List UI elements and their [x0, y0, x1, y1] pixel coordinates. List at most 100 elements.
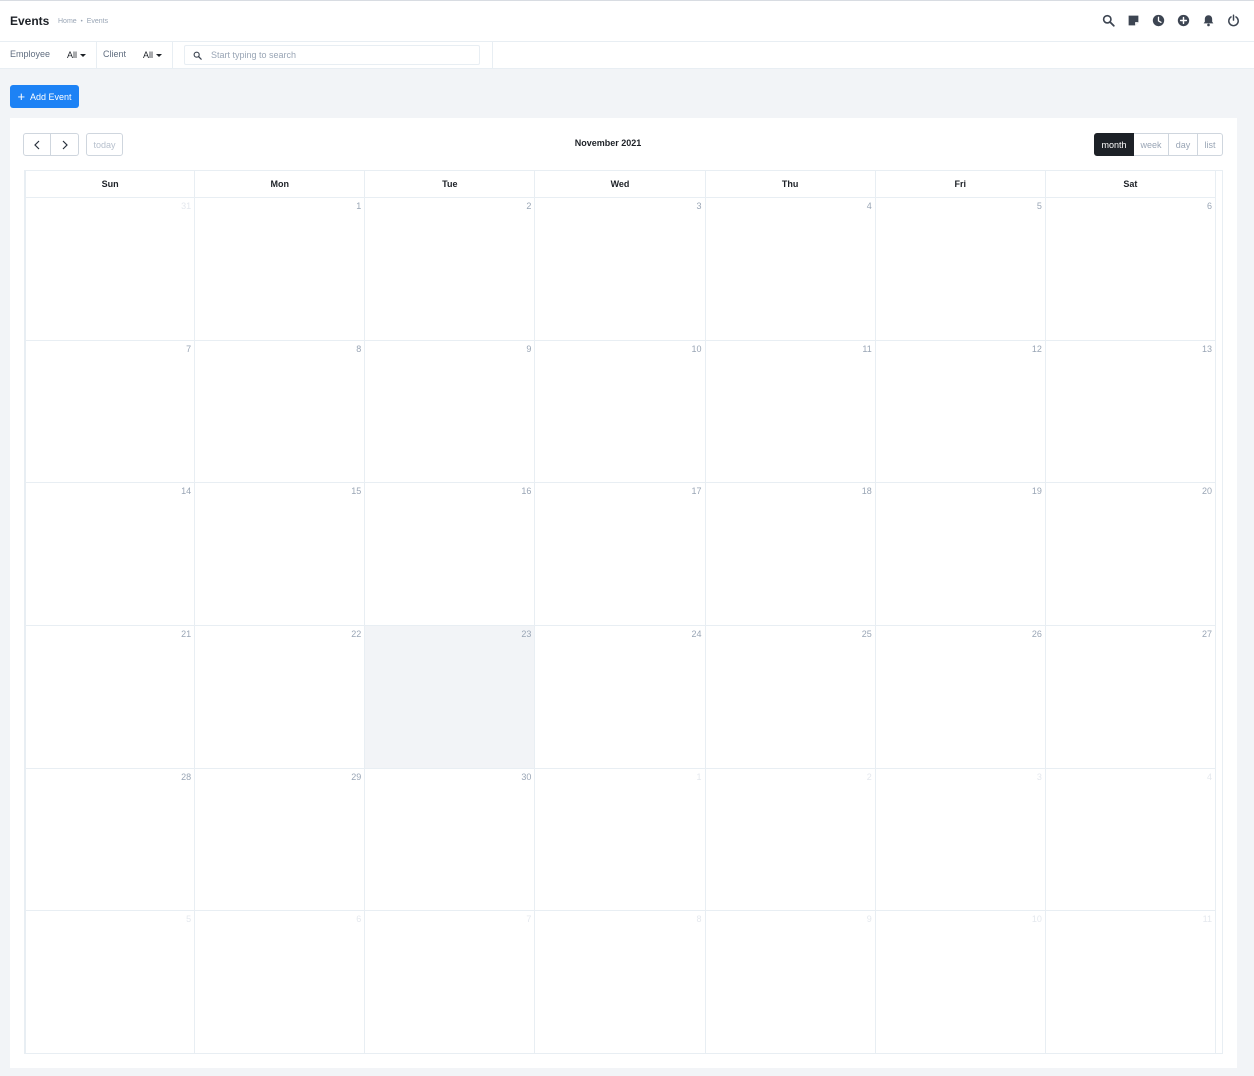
- view-week-button[interactable]: week: [1134, 133, 1169, 156]
- day-cell[interactable]: 3: [875, 768, 1046, 912]
- day-cell[interactable]: 5: [25, 911, 196, 1054]
- day-number[interactable]: 27: [1202, 629, 1212, 639]
- day-number[interactable]: 18: [862, 486, 872, 496]
- add-event-button[interactable]: + Add Event: [10, 85, 79, 108]
- day-cell[interactable]: 8: [195, 340, 366, 484]
- day-cell[interactable]: 12: [875, 340, 1046, 484]
- top-bar: Events Home • Events: [0, 0, 1254, 42]
- clock-icon[interactable]: [1152, 14, 1165, 27]
- day-cell[interactable]: 25: [705, 626, 876, 769]
- day-number[interactable]: 10: [692, 344, 702, 354]
- employee-filter-select[interactable]: All: [67, 50, 87, 60]
- client-filter-select[interactable]: All: [143, 50, 163, 60]
- day-number[interactable]: 4: [867, 201, 872, 211]
- day-number[interactable]: 5: [186, 914, 191, 924]
- day-cell[interactable]: 2: [705, 768, 876, 912]
- view-day-button[interactable]: day: [1169, 133, 1198, 156]
- day-cell[interactable]: 8: [535, 911, 706, 1054]
- day-number[interactable]: 30: [521, 772, 531, 782]
- day-number[interactable]: 1: [356, 201, 361, 211]
- day-cell[interactable]: 2: [365, 198, 536, 341]
- day-cell[interactable]: 16: [365, 483, 536, 626]
- day-number[interactable]: 20: [1202, 486, 1212, 496]
- day-cell[interactable]: 31: [25, 198, 196, 341]
- day-number[interactable]: 29: [351, 772, 361, 782]
- day-cell[interactable]: 1: [535, 768, 706, 912]
- day-number[interactable]: 17: [692, 486, 702, 496]
- search-icon[interactable]: [1102, 14, 1115, 27]
- day-number[interactable]: 12: [1032, 344, 1042, 354]
- day-number[interactable]: 3: [697, 201, 702, 211]
- day-cell[interactable]: 22: [195, 626, 366, 769]
- day-cell[interactable]: 29: [195, 768, 366, 912]
- search-input[interactable]: [211, 48, 471, 62]
- day-cell[interactable]: 4: [705, 198, 876, 341]
- day-cell[interactable]: 15: [195, 483, 366, 626]
- day-cell-today[interactable]: 23: [365, 626, 536, 769]
- day-cell[interactable]: 18: [705, 483, 876, 626]
- day-cell[interactable]: 30: [365, 768, 536, 912]
- plus-circle-icon[interactable]: [1177, 14, 1190, 27]
- day-cell[interactable]: 11: [705, 340, 876, 484]
- day-cell[interactable]: 20: [1045, 483, 1216, 626]
- day-cell[interactable]: 3: [535, 198, 706, 341]
- sticky-note-icon[interactable]: [1127, 14, 1140, 27]
- day-number[interactable]: 25: [862, 629, 872, 639]
- day-cell[interactable]: 21: [25, 626, 196, 769]
- day-number[interactable]: 19: [1032, 486, 1042, 496]
- day-cell[interactable]: 28: [25, 768, 196, 912]
- day-cell[interactable]: 7: [25, 340, 196, 484]
- day-number[interactable]: 7: [526, 914, 531, 924]
- day-number[interactable]: 11: [1203, 914, 1212, 924]
- day-number[interactable]: 21: [181, 629, 191, 639]
- day-number[interactable]: 10: [1032, 914, 1042, 924]
- day-number[interactable]: 9: [867, 914, 872, 924]
- day-cell[interactable]: 27: [1045, 626, 1216, 769]
- day-cell[interactable]: 19: [875, 483, 1046, 626]
- day-cell[interactable]: 11: [1045, 911, 1216, 1054]
- day-number[interactable]: 6: [356, 914, 361, 924]
- day-number[interactable]: 5: [1037, 201, 1042, 211]
- breadcrumb-home[interactable]: Home: [58, 18, 77, 25]
- day-cell[interactable]: 10: [535, 340, 706, 484]
- day-number[interactable]: 9: [526, 344, 531, 354]
- view-list-button[interactable]: list: [1198, 133, 1223, 156]
- day-number[interactable]: 11: [862, 344, 871, 354]
- day-number[interactable]: 14: [181, 486, 191, 496]
- day-cell[interactable]: 9: [365, 340, 536, 484]
- day-number[interactable]: 6: [1207, 201, 1212, 211]
- day-number[interactable]: 8: [697, 914, 702, 924]
- day-number[interactable]: 13: [1202, 344, 1212, 354]
- day-number[interactable]: 28: [181, 772, 191, 782]
- day-cell[interactable]: 5: [875, 198, 1046, 341]
- day-number[interactable]: 23: [521, 629, 531, 639]
- day-cell[interactable]: 7: [365, 911, 536, 1054]
- day-cell[interactable]: 6: [1045, 198, 1216, 341]
- day-cell[interactable]: 13: [1045, 340, 1216, 484]
- day-cell[interactable]: 17: [535, 483, 706, 626]
- day-number[interactable]: 1: [697, 772, 702, 782]
- view-month-button[interactable]: month: [1094, 133, 1134, 156]
- day-number[interactable]: 31: [181, 201, 191, 211]
- day-number[interactable]: 2: [867, 772, 872, 782]
- day-number[interactable]: 8: [356, 344, 361, 354]
- day-number[interactable]: 7: [186, 344, 191, 354]
- day-cell[interactable]: 9: [705, 911, 876, 1054]
- day-cell[interactable]: 6: [195, 911, 366, 1054]
- day-number[interactable]: 15: [351, 486, 361, 496]
- day-cell[interactable]: 26: [875, 626, 1046, 769]
- day-number[interactable]: 22: [351, 629, 361, 639]
- day-cell[interactable]: 1: [195, 198, 366, 341]
- day-number[interactable]: 26: [1032, 629, 1042, 639]
- day-number[interactable]: 24: [692, 629, 702, 639]
- day-number[interactable]: 4: [1207, 772, 1212, 782]
- day-number[interactable]: 3: [1037, 772, 1042, 782]
- bell-icon[interactable]: [1202, 14, 1215, 27]
- day-cell[interactable]: 10: [875, 911, 1046, 1054]
- day-number[interactable]: 16: [521, 486, 531, 496]
- day-cell[interactable]: 14: [25, 483, 196, 626]
- day-cell[interactable]: 4: [1045, 768, 1216, 912]
- day-number[interactable]: 2: [526, 201, 531, 211]
- day-cell[interactable]: 24: [535, 626, 706, 769]
- power-icon[interactable]: [1227, 14, 1240, 27]
